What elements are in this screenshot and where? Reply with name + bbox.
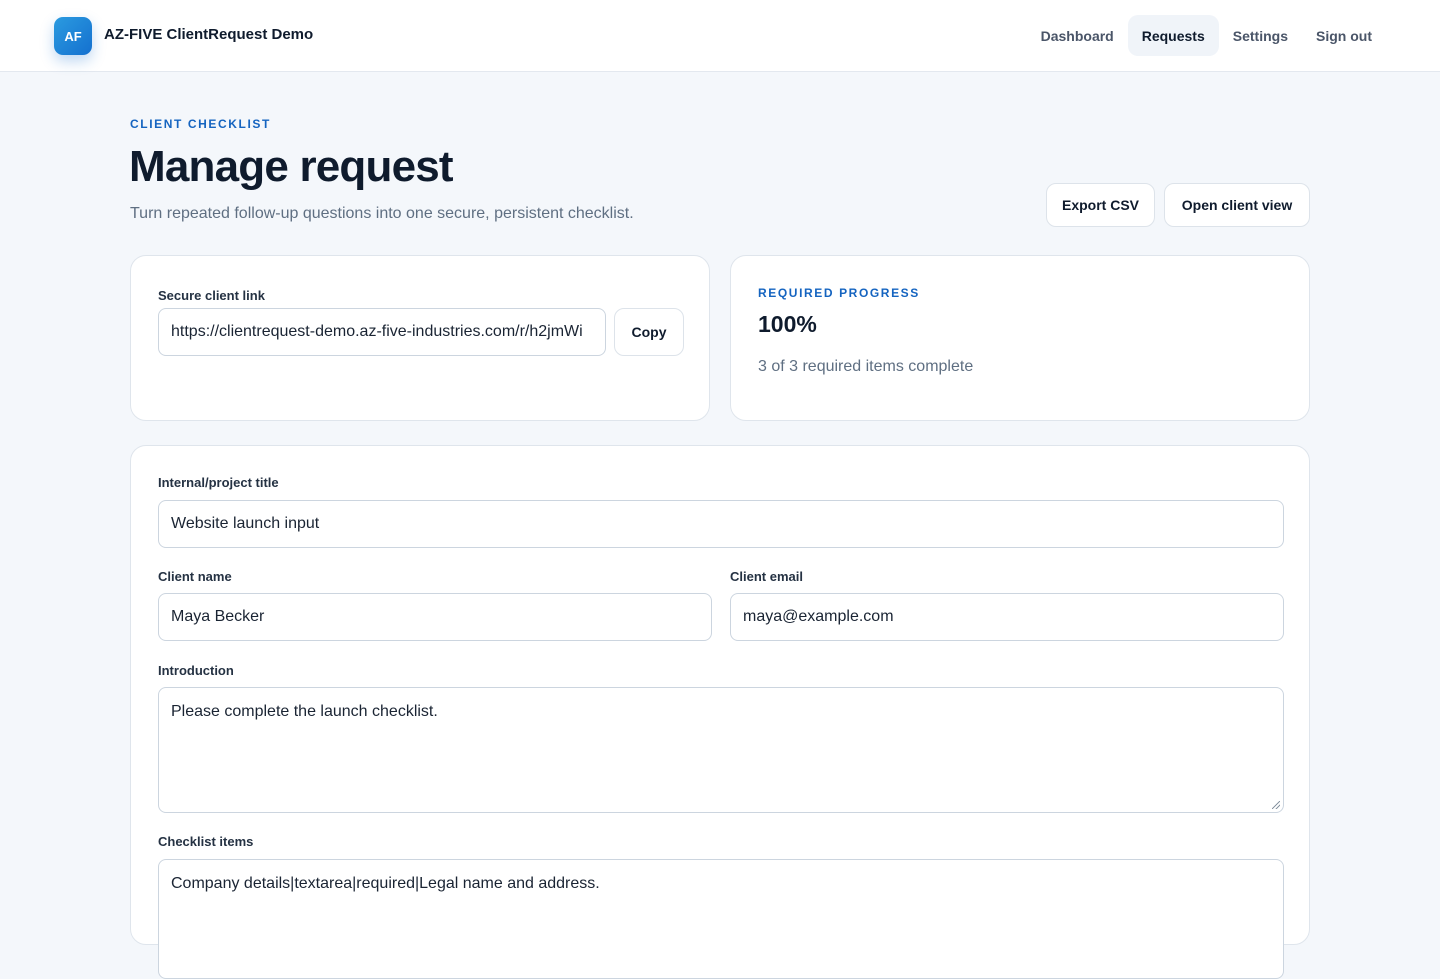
top-navigation-bar: AF AZ-FIVE ClientRequest Demo Dashboard …: [0, 0, 1440, 72]
nav-item-sign-out[interactable]: Sign out: [1302, 15, 1386, 56]
client-name-input[interactable]: Maya Becker: [158, 593, 712, 641]
open-client-view-button[interactable]: Open client view: [1164, 183, 1310, 227]
introduction-label: Introduction: [158, 663, 234, 678]
progress-summary: 3 of 3 required items complete: [758, 358, 974, 375]
copy-link-button[interactable]: Copy: [614, 308, 684, 356]
app-brand-name[interactable]: AZ-FIVE ClientRequest Demo: [104, 26, 313, 43]
required-progress-card: REQUIRED PROGRESS 100% 3 of 3 required i…: [730, 255, 1310, 421]
secure-link-label: Secure client link: [158, 288, 265, 303]
secure-link-input[interactable]: https://clientrequest-demo.az-five-indus…: [158, 308, 606, 356]
checklist-items-textarea[interactable]: Company details|textarea|required|Legal …: [158, 859, 1284, 979]
app-logo[interactable]: AF: [54, 17, 92, 55]
project-title-input[interactable]: Website launch input: [158, 500, 1284, 548]
introduction-text: Please complete the launch checklist.: [171, 703, 438, 720]
progress-percent: 100%: [758, 311, 817, 337]
checklist-items-label: Checklist items: [158, 834, 254, 849]
client-email-label: Client email: [730, 569, 803, 584]
client-name-label: Client name: [158, 569, 232, 584]
project-title-label: Internal/project title: [158, 475, 279, 490]
introduction-textarea[interactable]: Please complete the launch checklist.: [158, 687, 1284, 813]
request-form-card: Internal/project title Website launch in…: [130, 445, 1310, 979]
nav-item-requests[interactable]: Requests: [1127, 15, 1219, 56]
export-csv-button[interactable]: Export CSV: [1046, 183, 1155, 227]
page-eyebrow: CLIENT CHECKLIST: [130, 117, 271, 131]
secure-link-card: Secure client link https://clientrequest…: [130, 255, 710, 421]
nav-item-settings[interactable]: Settings: [1219, 15, 1302, 56]
page-title: Manage request: [129, 142, 454, 191]
main-nav: Dashboard Requests Settings Sign out: [1027, 15, 1386, 56]
nav-item-dashboard[interactable]: Dashboard: [1027, 15, 1128, 56]
client-email-input[interactable]: maya@example.com: [730, 593, 1284, 641]
resize-handle-icon[interactable]: [1272, 801, 1280, 809]
checklist-items-text: Company details|textarea|required|Legal …: [171, 875, 600, 892]
progress-eyebrow: REQUIRED PROGRESS: [758, 286, 920, 300]
page-subtitle: Turn repeated follow-up questions into o…: [130, 205, 634, 222]
